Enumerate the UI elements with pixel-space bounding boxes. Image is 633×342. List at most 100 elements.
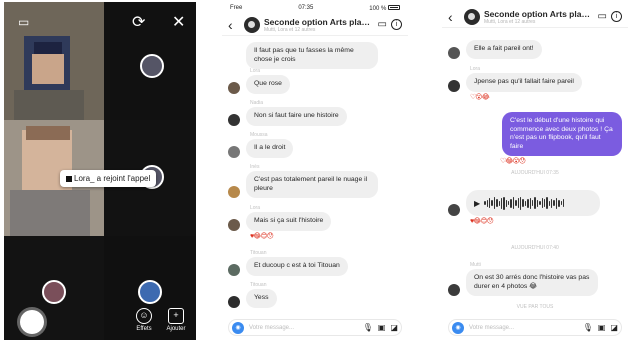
avatar[interactable] — [228, 263, 240, 276]
chat-title-area[interactable]: Seconde option Arts plast... Mutti, Lora… — [264, 17, 374, 33]
waveform-bar — [484, 201, 486, 205]
message-input[interactable]: Votre message... — [469, 325, 578, 331]
message-bubble[interactable]: Jpense pas qu'il fallait faire pareil — [466, 73, 582, 92]
reaction-bar[interactable]: ♡😂😮😯 — [500, 157, 622, 165]
group-avatar[interactable] — [244, 16, 260, 33]
sender-name: Lora — [250, 205, 261, 211]
waveform-bar — [531, 200, 534, 206]
avatar[interactable] — [228, 113, 240, 126]
participant-avatar — [140, 54, 164, 78]
message: Titouan Yess — [228, 282, 402, 308]
avatar[interactable] — [228, 218, 240, 231]
waveform-bar — [522, 199, 524, 207]
waveform-bar — [496, 199, 498, 207]
message-bubble[interactable]: Et ducoup c est à toi Titouan — [246, 257, 348, 276]
avatar[interactable] — [448, 204, 460, 216]
message-bubble[interactable]: Yess — [246, 289, 277, 308]
message: C'est le début d'une histoire qui commen… — [448, 112, 622, 165]
message-bubble[interactable]: Que rose — [246, 75, 290, 94]
gallery-icon[interactable]: ▣ — [378, 323, 386, 332]
message-bubble[interactable]: On est 30 arrés donc l'histoire vas pas … — [466, 269, 598, 296]
message: Titouan Et ducoup c est à toi Titouan — [228, 250, 402, 276]
microphone-icon[interactable]: 🎙 — [363, 323, 373, 332]
chat-header: ‹ Seconde option Arts plast... Mutti, Lo… — [442, 6, 628, 28]
capture-button[interactable] — [20, 310, 44, 334]
message-bubble[interactable]: C'est pas totalement pareil le nuage il … — [246, 171, 378, 198]
message-bubble[interactable]: Il faut pas que tu fasses la même chose … — [246, 42, 378, 69]
seen-indicator: VUE PAR TOUS — [516, 304, 554, 310]
chat-header: ‹ Seconde option Arts plast... Mutti, Lo… — [222, 14, 408, 36]
back-icon[interactable]: ‹ — [228, 17, 240, 33]
waveform-bar — [486, 199, 488, 207]
microphone-icon[interactable]: 🎙 — [583, 323, 593, 332]
waveform-bar — [536, 199, 539, 207]
message-composer[interactable]: ◉ Votre message... 🎙 ▣ ◪ — [228, 319, 402, 336]
video-call-icon[interactable]: ▭ — [378, 19, 387, 30]
voice-message: ▶ ♥😂😊😯 — [448, 190, 622, 225]
message: Lora Que rose — [228, 68, 402, 94]
outgoing-message-bubble[interactable]: C'est le début d'une histoire qui commen… — [502, 112, 622, 156]
waveform-bar — [529, 197, 531, 209]
message: Inès C'est pas totalement pareil le nuag… — [228, 164, 402, 198]
sender-name: Titouan — [250, 250, 267, 256]
status-bar: Free 07:35 100 % — [222, 2, 408, 14]
close-icon[interactable]: ✕ — [172, 15, 185, 31]
effects-button[interactable]: ☺ Effets — [132, 308, 156, 332]
sticker-icon[interactable]: ◪ — [390, 323, 398, 332]
chat-screen: ‹ Seconde option Arts plast... Mutti, Lo… — [442, 2, 628, 340]
voice-message-player[interactable]: ▶ — [466, 190, 600, 216]
waveform-bar — [546, 197, 548, 209]
waveform-bar — [551, 198, 553, 208]
info-icon[interactable]: i — [391, 19, 402, 30]
switch-camera-icon[interactable]: ⟳ — [132, 15, 145, 31]
avatar[interactable] — [448, 46, 460, 59]
waveform-bar — [512, 197, 515, 209]
group-avatar[interactable] — [464, 8, 480, 25]
waveform-bar — [527, 198, 529, 208]
avatar[interactable] — [228, 186, 240, 198]
message-input[interactable]: Votre message... — [249, 325, 358, 331]
avatar[interactable] — [228, 295, 240, 308]
sticker-icon[interactable]: ◪ — [610, 323, 618, 332]
avatar[interactable] — [448, 284, 460, 296]
add-participant-button[interactable]: + Ajouter — [164, 308, 188, 332]
waveform-bar — [520, 196, 522, 210]
sender-name: Moussa — [250, 132, 268, 138]
waveform-bar — [498, 200, 500, 206]
waveform-bar — [517, 198, 520, 208]
waveform-bar — [548, 200, 551, 206]
camera-icon[interactable]: ◉ — [232, 321, 244, 334]
camera-icon[interactable]: ◉ — [452, 321, 464, 334]
avatar[interactable] — [228, 81, 240, 94]
info-icon[interactable]: i — [611, 11, 622, 22]
chat-title-area[interactable]: Seconde option Arts plast... Mutti, Lora… — [484, 9, 594, 25]
waveform-bar — [488, 198, 491, 208]
video-call-icon[interactable]: ▭ — [598, 11, 607, 22]
effects-icon: ☺ — [136, 308, 152, 324]
waveform-bar — [524, 200, 527, 206]
message-bubble[interactable]: Mais si ça suit l'histoire — [246, 212, 332, 231]
waveform-bar — [558, 199, 560, 207]
reaction-bar[interactable]: ♥😂😊😯 — [250, 232, 402, 240]
waveform-bar — [543, 199, 546, 207]
avatar[interactable] — [448, 79, 460, 92]
waveform-bar — [560, 201, 563, 205]
message-bubble[interactable]: Non si faut faire une histoire — [246, 107, 347, 126]
timestamp: AUJOURD'HUI 07:35 — [511, 170, 559, 176]
minimize-icon[interactable]: ▭ — [18, 14, 29, 30]
waveform-bar — [505, 199, 508, 207]
back-icon[interactable]: ‹ — [448, 9, 460, 25]
play-icon[interactable]: ▶ — [474, 199, 480, 208]
battery-level: 100 % — [369, 5, 387, 12]
sender-name: Nadia — [250, 100, 264, 106]
message-bubble[interactable]: Il a le droit — [246, 139, 294, 158]
message-composer[interactable]: ◉ Votre message... 🎙 ▣ ◪ — [448, 319, 622, 336]
message-bubble[interactable]: Elle a fait pareil ont! — [466, 40, 542, 59]
reaction-bar[interactable]: ♡😮😂 — [470, 93, 622, 101]
gallery-icon[interactable]: ▣ — [598, 323, 606, 332]
reaction-bar[interactable]: ♥😂😊😯 — [470, 217, 622, 225]
audio-waveform[interactable] — [484, 196, 592, 210]
avatar[interactable] — [228, 145, 240, 158]
battery-icon — [387, 4, 400, 10]
waveform-bar — [553, 200, 555, 206]
